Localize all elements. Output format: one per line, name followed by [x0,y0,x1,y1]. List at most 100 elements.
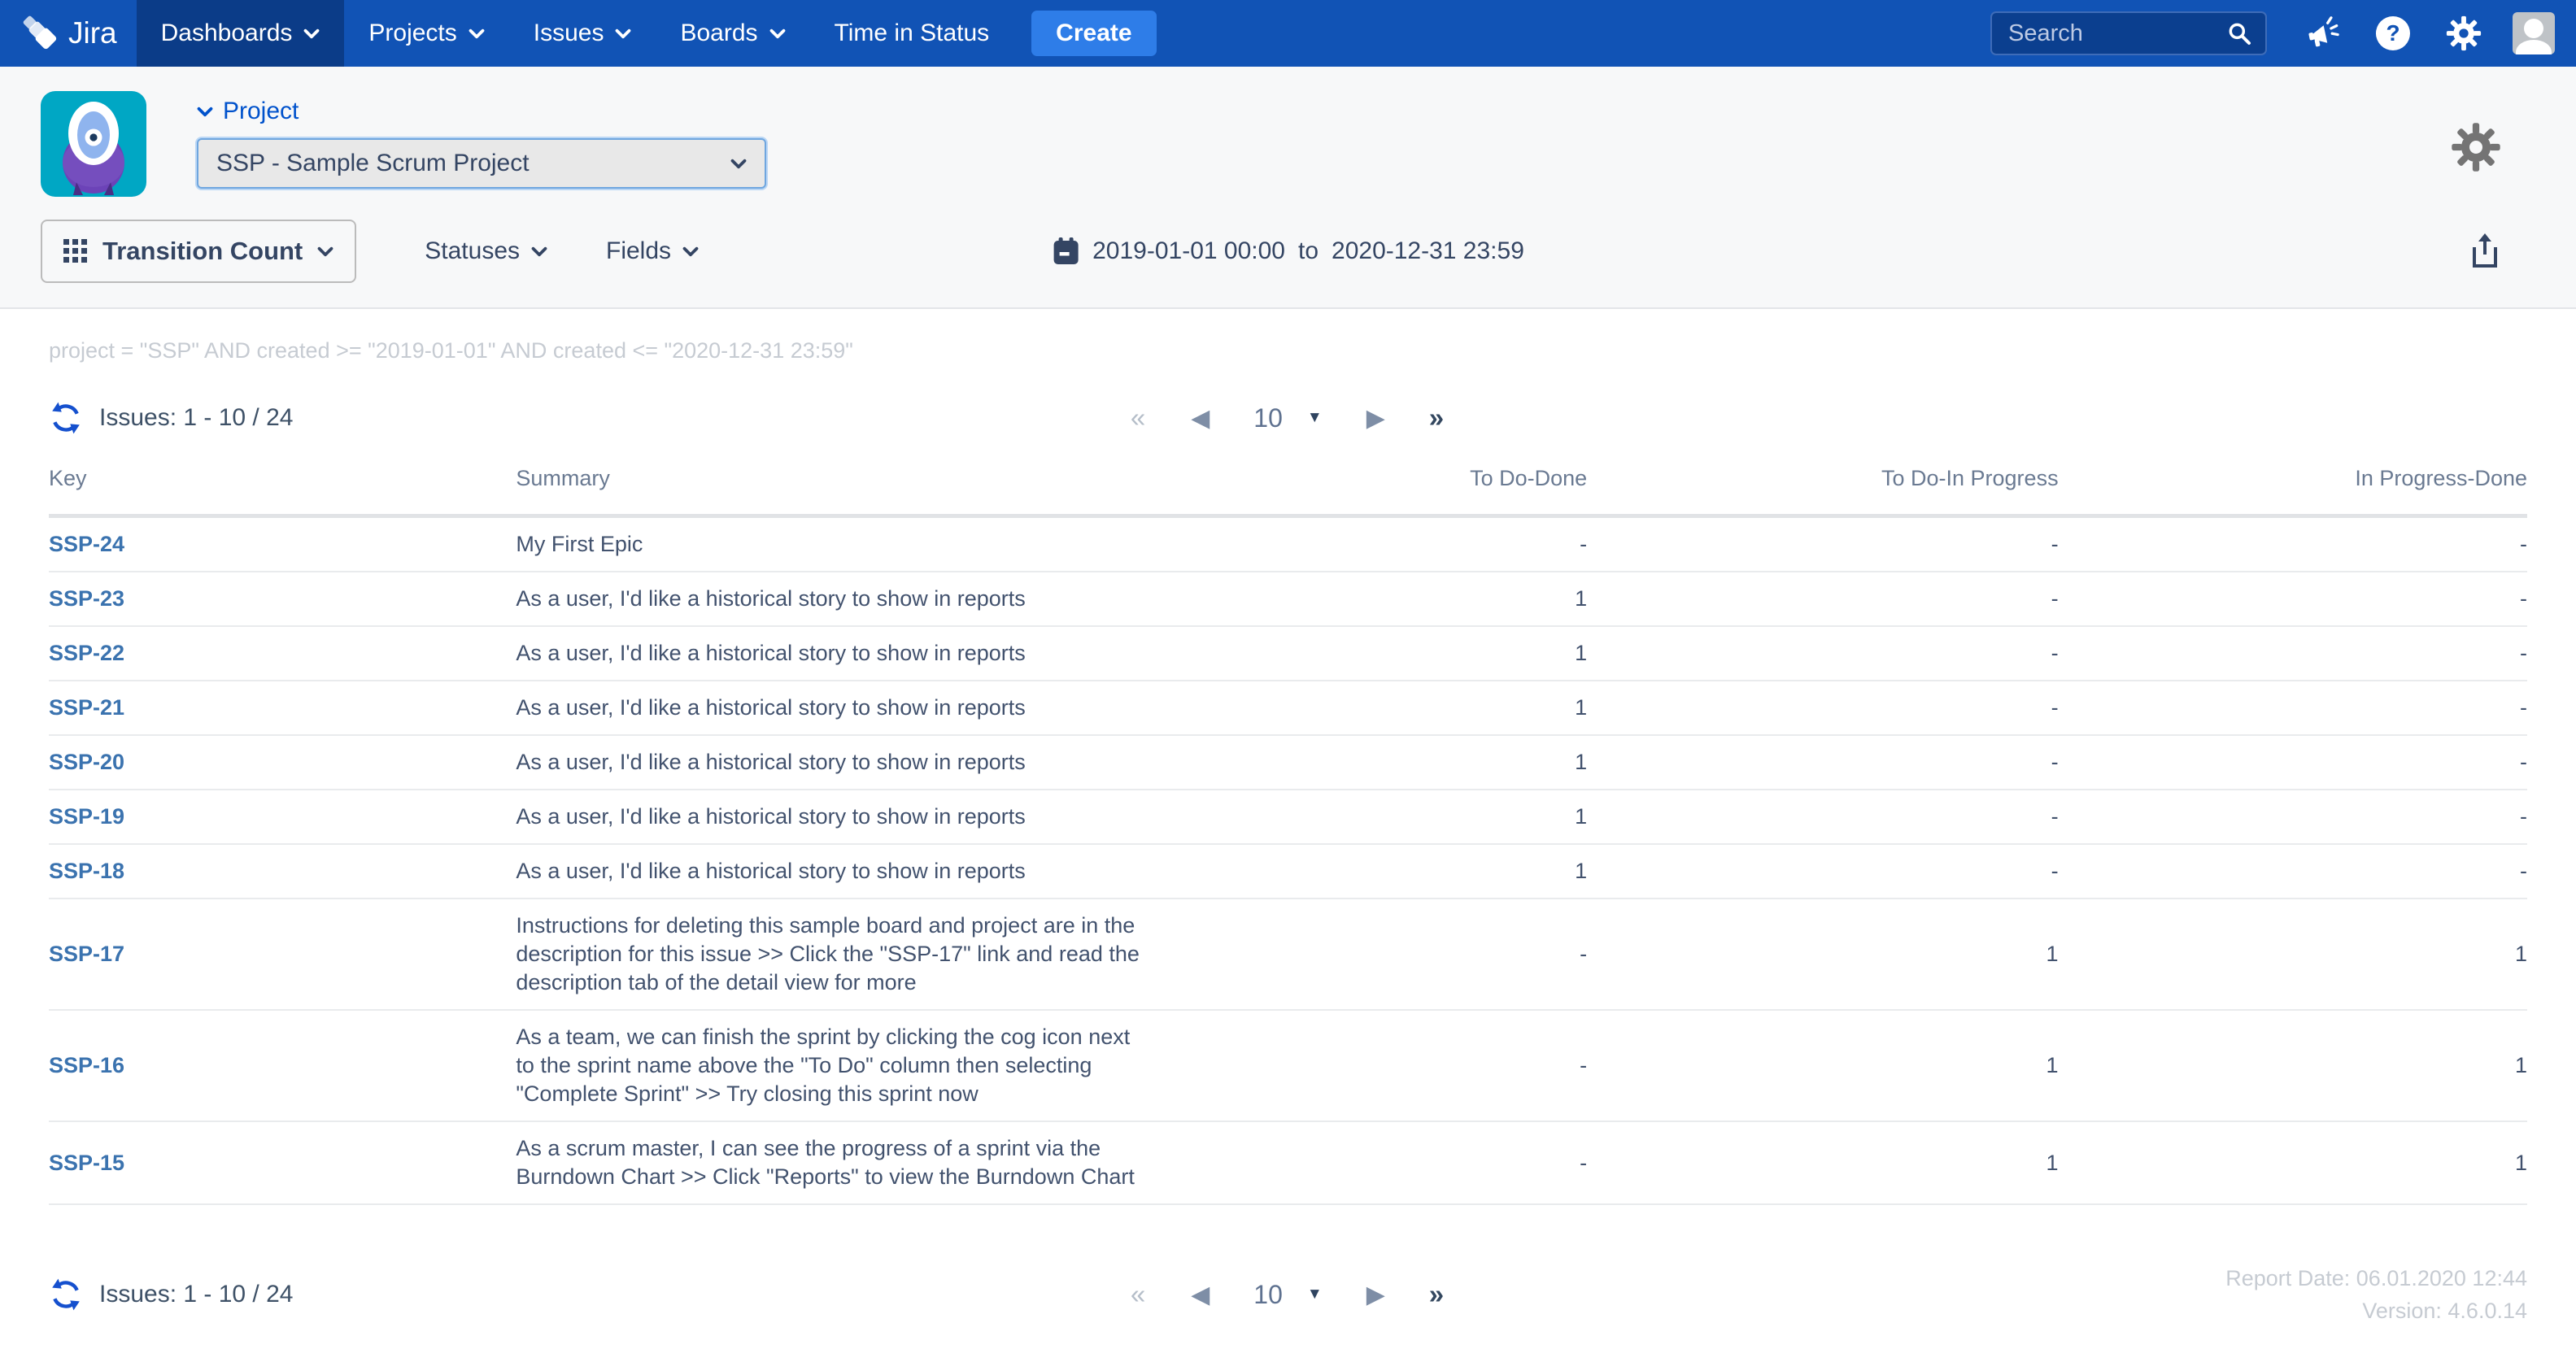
value-todo-done: 1 [1175,844,1587,899]
first-page-icon[interactable]: « [1131,1279,1147,1310]
transition-count-table: Key Summary To Do-Done To Do-In Progress… [49,466,2527,1205]
value-inprogress-done: 1 [2059,1121,2527,1204]
nav-item-label: Time in Status [835,20,990,47]
last-page-icon[interactable]: » [1429,1279,1445,1310]
search-input[interactable] [2008,20,2226,47]
column-header-todo-inprogress[interactable]: To Do-In Progress [1587,466,2058,516]
page-size-caret-icon: ▼ [1307,409,1323,427]
search-box[interactable] [1990,11,2267,55]
page-size-value: 10 [1253,403,1283,433]
issue-summary: As a team, we can finish the sprint by c… [516,1010,1175,1121]
avatar-body [2516,40,2552,54]
issue-summary: My First Epic [516,516,1175,572]
jira-logo[interactable]: Jira [23,15,117,51]
value-todo-inprogress: - [1587,572,2058,626]
table-row: SSP-16 As a team, we can finish the spri… [49,1010,2527,1121]
column-header-summary[interactable]: Summary [516,466,1175,516]
report-version: Version: 4.6.0.14 [1445,1295,2527,1327]
issue-key-link[interactable]: SSP-24 [49,516,516,572]
table-header-row: Key Summary To Do-Done To Do-In Progress… [49,466,2527,516]
issue-key-link[interactable]: SSP-15 [49,1121,516,1204]
report-date: Report Date: 06.01.2020 12:44 [1445,1262,2527,1295]
nav-item-label: Projects [368,20,456,47]
column-header-key[interactable]: Key [49,466,516,516]
toolbar-row: Transition Count Statuses Fields 2019-01… [41,220,2535,283]
table-row: SSP-17 Instructions for deleting this sa… [49,899,2527,1010]
nav-item-boards[interactable]: Boards [656,0,809,67]
value-inprogress-done: - [2059,516,2527,572]
issue-summary: As a user, I'd like a historical story t… [516,844,1175,899]
next-page-icon[interactable]: ▶ [1366,1281,1385,1309]
statuses-label: Statuses [425,237,520,265]
refresh-icon[interactable] [49,401,83,435]
pagination-bottom: « ◀ 10 ▼ ▶ » [1131,1279,1445,1310]
issue-key-link[interactable]: SSP-16 [49,1010,516,1121]
nav-item-issues[interactable]: Issues [509,0,656,67]
chevron-down-icon [303,28,320,39]
megaphone-icon[interactable] [2304,15,2340,51]
table-row: SSP-22 As a user, I'd like a historical … [49,626,2527,681]
project-section-toggle[interactable]: Project [197,98,766,125]
issues-count-bottom: Issues: 1 - 10 / 24 [49,1277,1131,1312]
table-row: SSP-19 As a user, I'd like a historical … [49,790,2527,844]
date-range-picker[interactable]: 2019-01-01 00:00 to 2020-12-31 23:59 [1052,237,1524,266]
last-page-icon[interactable]: » [1429,403,1445,433]
issue-key-link[interactable]: SSP-21 [49,681,516,735]
issue-key-link[interactable]: SSP-22 [49,626,516,681]
jira-mark-icon [23,15,59,51]
list-toolbar-top: Issues: 1 - 10 / 24 « ◀ 10 ▼ ▶ » [49,401,2527,435]
report-content: project = "SSP" AND created >= "2019-01-… [0,309,2576,1327]
fields-label: Fields [606,237,671,265]
help-icon[interactable]: ? [2376,16,2410,50]
page-size-select[interactable]: 10 ▼ [1253,1280,1322,1310]
value-todo-inprogress: - [1587,626,2058,681]
export-button[interactable] [2469,232,2501,272]
project-select[interactable]: SSP - Sample Scrum Project [197,138,766,189]
report-header: Project SSP - Sample Scrum Project [0,67,2576,309]
refresh-icon[interactable] [49,1277,83,1312]
app-monster-icon [41,91,146,197]
chevron-down-icon [615,28,631,39]
prev-page-icon[interactable]: ◀ [1191,1281,1210,1309]
issue-summary: As a user, I'd like a historical story t… [516,735,1175,790]
user-avatar[interactable] [2513,12,2555,54]
page-size-select[interactable]: 10 ▼ [1253,403,1322,433]
value-todo-done: - [1175,516,1587,572]
value-inprogress-done: - [2059,790,2527,844]
gear-icon[interactable] [2446,15,2482,51]
list-toolbar-bottom: Issues: 1 - 10 / 24 « ◀ 10 ▼ ▶ » Report … [49,1262,2527,1327]
column-header-inprogress-done[interactable]: In Progress-Done [2059,466,2527,516]
next-page-icon[interactable]: ▶ [1366,404,1385,433]
project-label: Project [223,98,299,125]
report-type-dropdown[interactable]: Transition Count [41,220,356,283]
column-header-todo-done[interactable]: To Do-Done [1175,466,1587,516]
value-todo-inprogress: 1 [1587,899,2058,1010]
fields-dropdown[interactable]: Fields [606,237,699,265]
value-todo-done: - [1175,1121,1587,1204]
value-inprogress-done: 1 [2059,899,2527,1010]
nav-item-time-in-status[interactable]: Time in Status [810,0,1014,67]
value-todo-done: 1 [1175,572,1587,626]
project-block: Project SSP - Sample Scrum Project [197,91,766,197]
issue-key-link[interactable]: SSP-18 [49,844,516,899]
issue-key-link[interactable]: SSP-20 [49,735,516,790]
issues-count-label: Issues: 1 - 10 / 24 [99,1281,293,1308]
nav-item-dashboards[interactable]: Dashboards [137,0,345,67]
search-icon[interactable] [2226,20,2252,46]
nav-item-projects[interactable]: Projects [344,0,508,67]
table-row: SSP-23 As a user, I'd like a historical … [49,572,2527,626]
prev-page-icon[interactable]: ◀ [1191,404,1210,433]
top-navbar: Jira Dashboards Projects Issues Boards T… [0,0,2576,67]
issue-key-link[interactable]: SSP-23 [49,572,516,626]
value-todo-inprogress: - [1587,735,2058,790]
statuses-dropdown[interactable]: Statuses [425,237,547,265]
chevron-down-icon [469,28,485,39]
grid-icon [63,239,88,263]
table-row: SSP-18 As a user, I'd like a historical … [49,844,2527,899]
issue-key-link[interactable]: SSP-19 [49,790,516,844]
first-page-icon[interactable]: « [1131,403,1147,433]
chevron-down-icon [730,159,747,169]
settings-gear-icon[interactable] [2451,122,2501,172]
create-button[interactable]: Create [1031,11,1156,56]
issue-key-link[interactable]: SSP-17 [49,899,516,1010]
